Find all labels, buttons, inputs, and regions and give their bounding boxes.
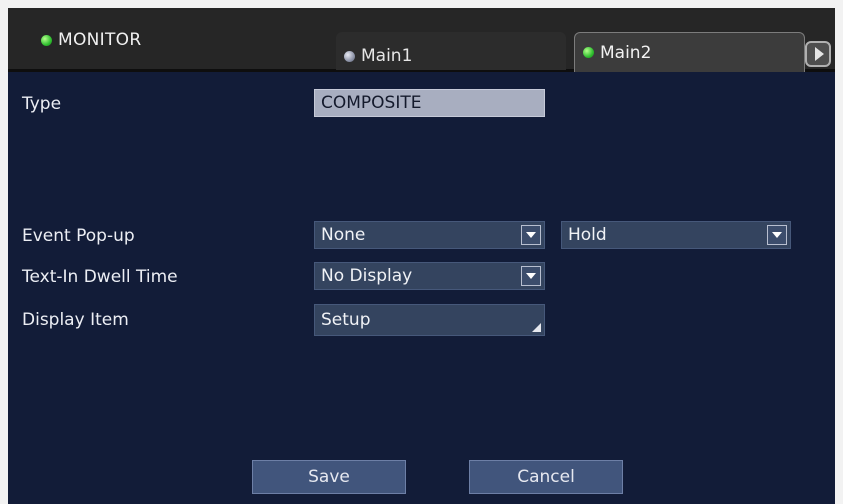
event-popup-select[interactable]: None: [314, 221, 545, 249]
type-value-text: COMPOSITE: [321, 93, 422, 113]
tab-main2-label: Main2: [600, 42, 652, 63]
next-tab-button[interactable]: [805, 41, 831, 67]
event-popup-label: Event Pop-up: [22, 226, 135, 246]
tab-main2[interactable]: Main2: [574, 32, 805, 72]
monitor-dialog: MONITOR Main1 Main2 Type COMPOSITE Event…: [8, 8, 835, 504]
text-in-dwell-label: Text-In Dwell Time: [22, 267, 178, 287]
chevron-down-icon: [526, 232, 536, 238]
display-item-label: Display Item: [22, 310, 129, 330]
text-in-dwell-value: No Display: [321, 266, 413, 286]
event-popup-value: None: [321, 225, 366, 245]
dropdown-button[interactable]: [521, 225, 541, 245]
chevron-down-icon: [526, 273, 536, 279]
event-popup-hold-select[interactable]: Hold: [561, 221, 791, 249]
save-button[interactable]: Save: [252, 460, 406, 494]
dialog-title-text: MONITOR: [58, 30, 142, 50]
display-item-button[interactable]: Setup: [314, 304, 545, 336]
type-label: Type: [22, 94, 62, 114]
dropdown-button[interactable]: [521, 266, 541, 286]
tab-led-icon: [344, 50, 355, 62]
corner-indicator-icon: [532, 323, 541, 332]
chevron-down-icon: [772, 232, 782, 238]
chevron-right-icon: [815, 47, 824, 61]
dialog-title: MONITOR: [41, 30, 141, 50]
tab-main1[interactable]: Main1: [336, 32, 566, 70]
display-item-value: Setup: [321, 310, 371, 330]
type-value: COMPOSITE: [314, 89, 545, 117]
title-bar: MONITOR Main1 Main2: [8, 8, 835, 72]
dropdown-button[interactable]: [767, 225, 787, 245]
tab-main1-label: Main1: [361, 46, 413, 66]
cancel-button[interactable]: Cancel: [469, 460, 623, 494]
event-popup-hold-value: Hold: [568, 225, 607, 245]
tab-led-icon: [583, 47, 594, 58]
text-in-dwell-select[interactable]: No Display: [314, 262, 545, 290]
status-led-icon: [41, 34, 52, 46]
